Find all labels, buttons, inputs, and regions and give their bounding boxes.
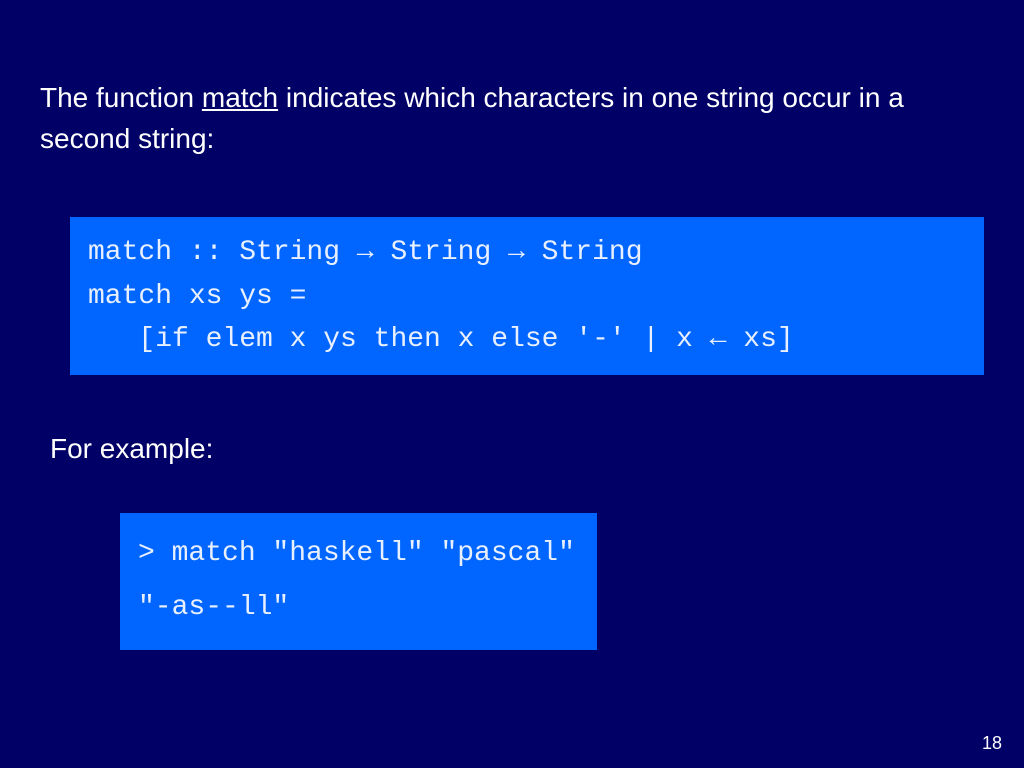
intro-pre: The function bbox=[40, 82, 202, 113]
slide-content: The function match indicates which chara… bbox=[0, 0, 1024, 650]
code-block-definition: match :: String → String → String match … bbox=[70, 217, 984, 375]
code-line-1: match :: String → String → String bbox=[88, 237, 643, 268]
for-example-label: For example: bbox=[50, 433, 984, 465]
page-number: 18 bbox=[982, 733, 1002, 754]
code-block-example: > match "haskell" "pascal" "-as--ll" bbox=[120, 513, 597, 649]
intro-text: The function match indicates which chara… bbox=[40, 78, 984, 159]
code-line-2: match xs ys = bbox=[88, 281, 306, 312]
code-line-3: [if elem x ys then x else '-' | x ← xs] bbox=[88, 324, 794, 355]
intro-underlined: match bbox=[202, 82, 278, 113]
example-line-2: "-as--ll" bbox=[138, 592, 289, 623]
example-line-1: > match "haskell" "pascal" bbox=[138, 538, 575, 569]
